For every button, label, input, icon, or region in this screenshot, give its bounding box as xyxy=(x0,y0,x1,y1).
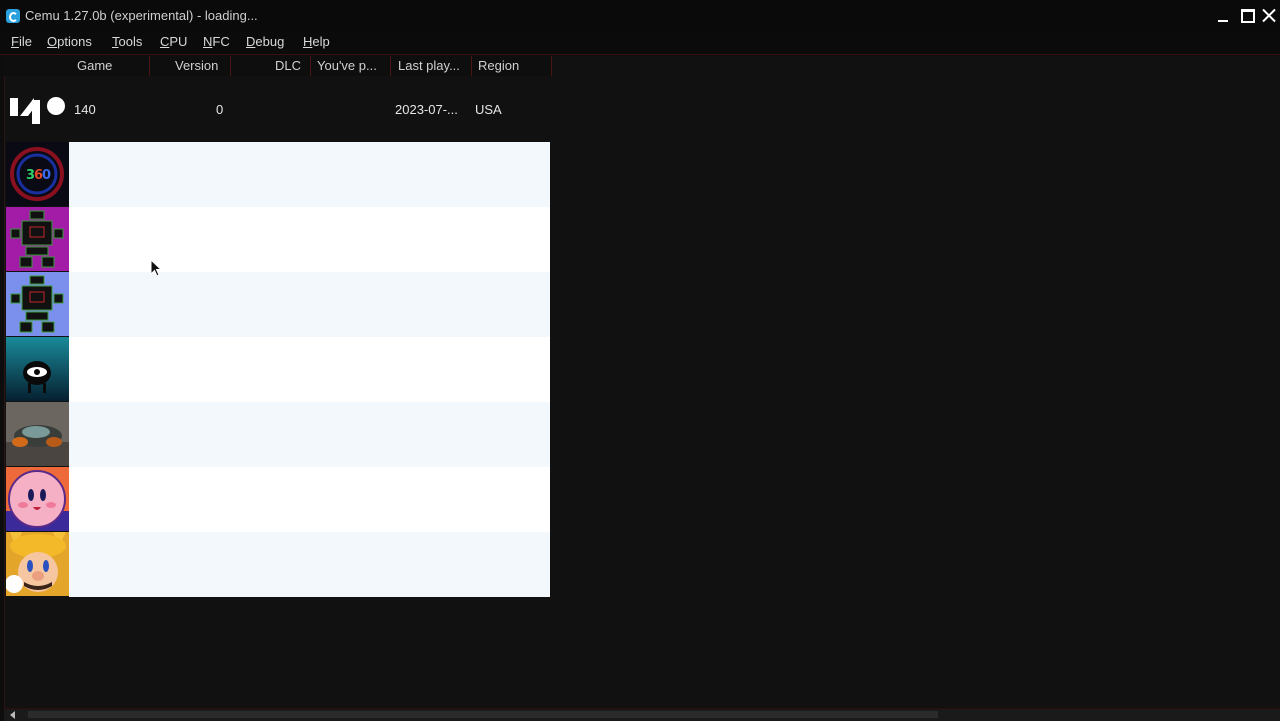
maximize-button[interactable] xyxy=(1236,6,1258,26)
column-played[interactable]: You've p... xyxy=(317,58,377,73)
svg-text:0: 0 xyxy=(42,168,51,183)
close-button[interactable] xyxy=(1258,6,1280,26)
column-game[interactable]: Game xyxy=(77,58,112,73)
menu-tools[interactable]: Tools xyxy=(112,34,142,49)
kirby-icon xyxy=(6,467,69,531)
menu-cpu[interactable]: CPU xyxy=(160,34,187,49)
menu-bar: File Options Tools CPU NFC Debug Help xyxy=(0,32,1280,55)
column-last-played[interactable]: Last play... xyxy=(398,58,460,73)
scrollbar-thumb[interactable] xyxy=(28,711,938,718)
menu-options[interactable]: Options xyxy=(47,34,92,49)
column-region[interactable]: Region xyxy=(478,58,519,73)
column-divider[interactable] xyxy=(149,56,150,76)
spaceship-icon xyxy=(6,402,69,466)
game-list-header: Game Version DLC You've p... Last play..… xyxy=(4,56,552,76)
cell-last-played: 2023-07-... xyxy=(395,102,458,117)
cemu-app-icon xyxy=(6,9,20,23)
table-row[interactable] xyxy=(69,467,550,532)
eye-icon xyxy=(6,337,69,401)
horizontal-scrollbar[interactable] xyxy=(4,708,1280,721)
column-divider[interactable] xyxy=(310,56,311,76)
menu-debug[interactable]: Debug xyxy=(246,34,284,49)
minimize-button[interactable] xyxy=(1212,6,1234,26)
menu-nfc[interactable]: NFC xyxy=(203,34,230,49)
table-row[interactable] xyxy=(69,272,550,337)
column-version[interactable]: Version xyxy=(175,58,218,73)
table-row[interactable] xyxy=(69,142,550,207)
column-divider[interactable] xyxy=(390,56,391,76)
column-divider[interactable] xyxy=(230,56,231,76)
circle-logo-icon: 3 6 0 xyxy=(6,142,69,206)
mouse-cursor-icon xyxy=(150,258,163,280)
table-row[interactable] xyxy=(69,532,550,597)
menu-help[interactable]: Help xyxy=(303,34,330,49)
cell-version: 0 xyxy=(216,102,224,117)
140-icon xyxy=(6,78,69,142)
column-divider[interactable] xyxy=(471,56,472,76)
window-title: Cemu 1.27.0b (experimental) - loading... xyxy=(25,8,258,23)
column-dlc[interactable]: DLC xyxy=(275,58,301,73)
mario-cat-icon xyxy=(6,532,69,596)
title-bar: Cemu 1.27.0b (experimental) - loading... xyxy=(0,0,1280,33)
cell-game: 140 xyxy=(74,102,96,117)
cell-region: USA xyxy=(475,102,502,117)
table-row[interactable] xyxy=(69,337,550,402)
column-divider[interactable] xyxy=(551,56,552,76)
magenta-robot-icon xyxy=(6,207,69,271)
menu-file[interactable]: File xyxy=(11,34,32,49)
scroll-left-icon[interactable] xyxy=(10,711,15,719)
table-row[interactable] xyxy=(69,207,550,272)
blue-robot-icon xyxy=(6,272,69,336)
table-row[interactable] xyxy=(69,402,550,467)
